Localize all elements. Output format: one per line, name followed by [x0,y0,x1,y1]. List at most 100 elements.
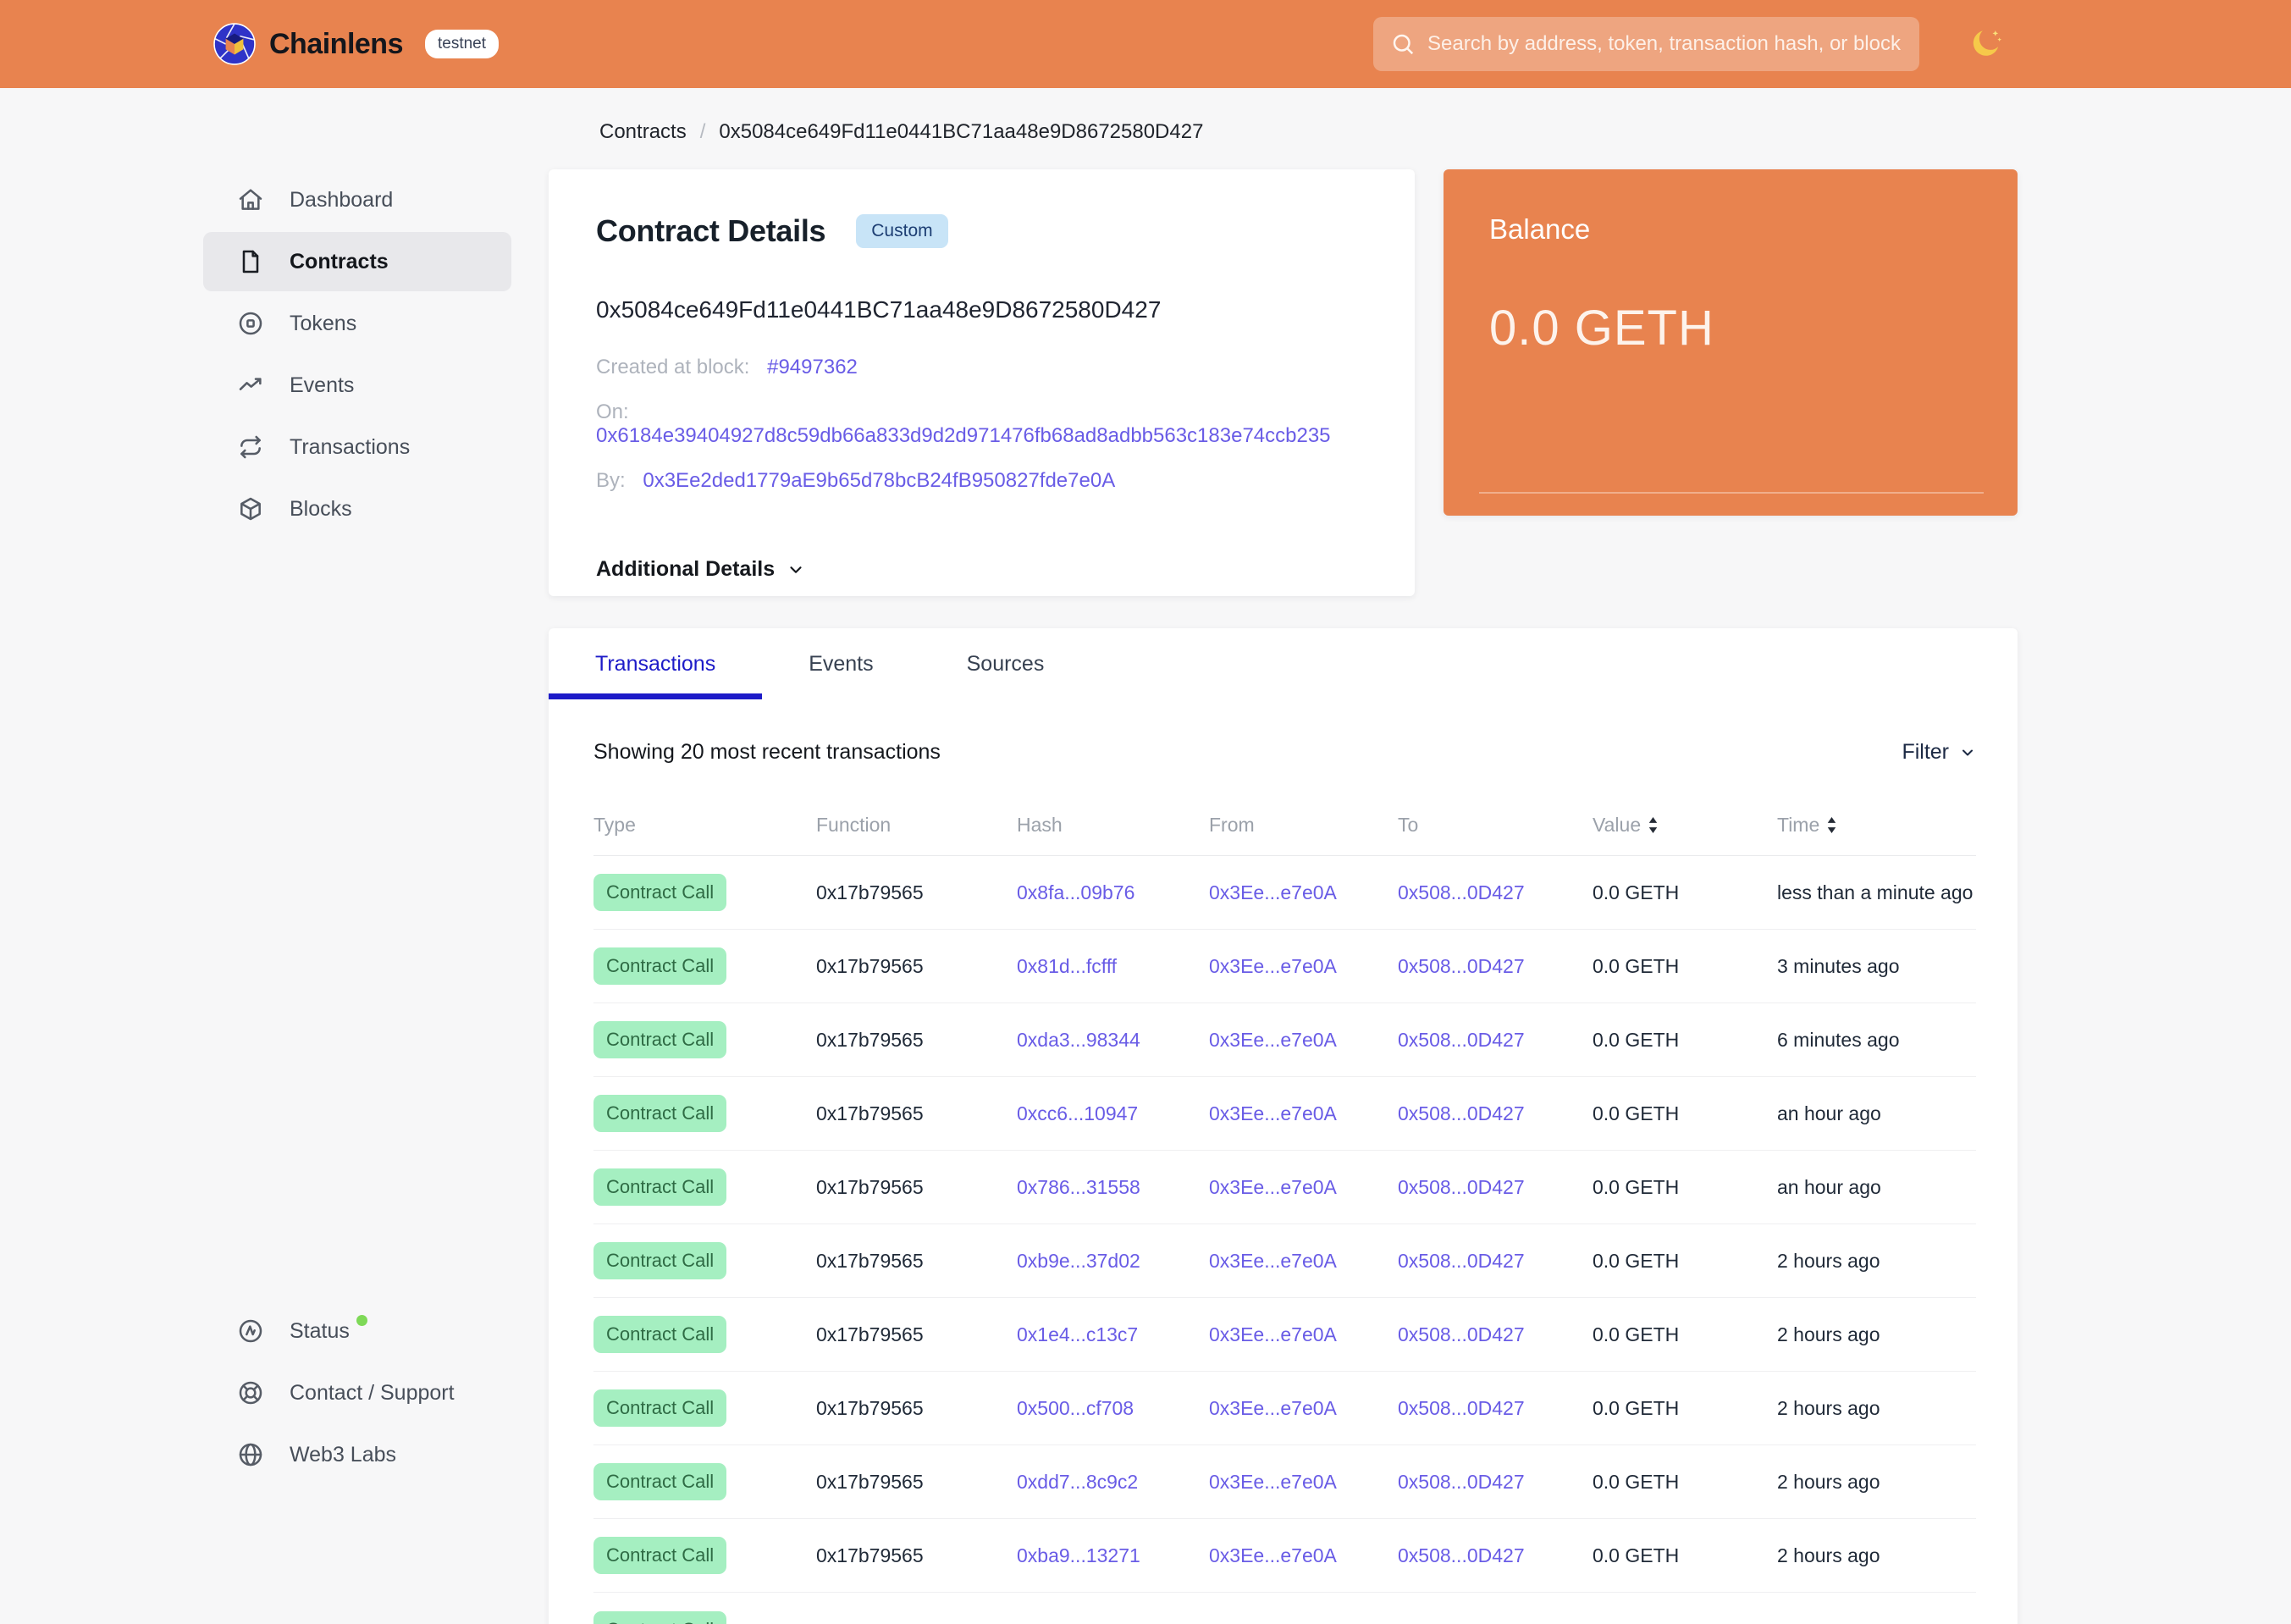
sidebar-item-label: Contracts [290,249,389,273]
contract-type-badge: Custom [856,214,948,248]
tx-hash-link[interactable]: 0xda3...98344 [1017,1029,1140,1051]
sidebar-item-status[interactable]: Status [203,1301,511,1361]
tx-type-badge: Contract Call [593,947,727,985]
tx-value: 0.0 GETH [1593,954,1680,977]
additional-details-label: Additional Details [596,557,776,581]
creation-tx-link[interactable]: 0x6184e39404927d8c59db66a833d9d2d971476f… [596,424,1331,447]
creator-address-link[interactable]: 0x3Ee2ded1779aE9b65d78bcB24fB950827fde7e… [643,469,1115,492]
sidebar-item-contact-support[interactable]: Contact / Support [203,1363,511,1422]
created-at-block-row: Created at block: #9497362 [596,356,1367,379]
tx-time: 3 minutes ago [1777,954,1900,977]
brand-name[interactable]: Chainlens [269,28,403,61]
tx-to-link[interactable]: 0x508...0D427 [1398,1471,1525,1493]
sort-icon [1648,817,1658,833]
tx-from-link[interactable]: 0x3Ee...e7e0A [1209,1102,1337,1124]
tx-hash-link[interactable]: 0x500...cf708 [1017,1397,1134,1419]
chevron-down-icon [1963,749,1973,755]
tx-time: 2 hours ago [1777,1396,1880,1419]
tx-hash-link[interactable]: 0xba9...13271 [1017,1544,1140,1566]
tx-to-link[interactable]: 0x508...0D427 [1398,1397,1525,1419]
filter-button[interactable]: Filter [1902,740,1976,765]
search-input[interactable] [1373,17,1919,71]
tab-sources[interactable]: Sources [920,628,1091,699]
tx-to-link[interactable]: 0x508...0D427 [1398,1029,1525,1051]
sort-icon [1828,817,1836,833]
tx-function: 0x17b79565 [816,1249,924,1272]
tx-function: 0x17b79565 [816,954,924,977]
tx-to-link[interactable]: 0x508...0D427 [1398,1176,1525,1198]
table-row: Contract Call 0x17b79565 0x500...cf708 0… [593,1372,1976,1445]
tx-value: 0.0 GETH [1593,1323,1680,1345]
tx-from-link[interactable]: 0x3Ee...e7e0A [1209,881,1337,903]
table-row: Contract Call 0x17b79565 0xb9e...37d02 0… [593,1224,1976,1298]
sidebar-item-blocks[interactable]: Blocks [203,479,511,539]
tx-from-link[interactable]: 0x3Ee...e7e0A [1209,955,1337,977]
balance-divider [1479,492,1984,494]
tx-time: 6 minutes ago [1777,1028,1900,1051]
tx-time: 2 hours ago [1777,1470,1880,1493]
column-header-time-sort[interactable]: Time [1777,814,1976,837]
tx-hash-link[interactable]: 0xb9e...37d02 [1017,1250,1140,1272]
sidebar-item-contracts[interactable]: Contracts [203,232,511,291]
chainlens-logo-icon [213,23,256,65]
tx-to-link[interactable]: 0x508...0D427 [1398,1250,1525,1272]
tx-hash-link[interactable]: 0x1e4...c13c7 [1017,1323,1138,1345]
tx-from-link[interactable]: 0x3Ee...e7e0A [1209,1323,1337,1345]
tx-value: 0.0 GETH [1593,1249,1680,1272]
tx-from-link[interactable]: 0x3Ee...e7e0A [1209,1176,1337,1198]
sidebar-item-transactions[interactable]: Transactions [203,417,511,477]
tx-hash-link[interactable]: 0x786...31558 [1017,1176,1140,1198]
tx-to-link[interactable]: 0x508...0D427 [1398,1323,1525,1345]
tx-from-link[interactable]: 0x3Ee...e7e0A [1209,1471,1337,1493]
contract-details-card: Contract Details Custom 0x5084ce649Fd11e… [549,169,1415,596]
tx-from-link[interactable]: 0x3Ee...e7e0A [1209,1544,1337,1566]
breadcrumb-contracts-link[interactable]: Contracts [599,120,687,144]
tx-to-link[interactable]: 0x508...0D427 [1398,1544,1525,1566]
tx-from-link[interactable]: 0x3Ee...e7e0A [1209,1029,1337,1051]
creator-row: By: 0x3Ee2ded1779aE9b65d78bcB24fB950827f… [596,469,1367,493]
tx-value: 0.0 GETH [1593,881,1680,903]
tx-from-link[interactable]: 0x3Ee...e7e0A [1209,1397,1337,1419]
tx-to-link[interactable]: 0x508...0D427 [1398,955,1525,977]
transactions-summary: Showing 20 most recent transactions [593,740,941,764]
table-row: Contract Call 0x17b79565 0x81d...fcfff 0… [593,930,1976,1003]
theme-toggle-button[interactable] [1968,26,2004,62]
column-header-function: Function [816,814,892,836]
sidebar-item-label: Events [290,373,355,397]
home-icon [239,189,262,210]
tab-events[interactable]: Events [762,628,919,699]
main-content: Contracts / 0x5084ce649Fd11e0441BC71aa48… [549,88,2291,1624]
sidebar-item-tokens[interactable]: Tokens [203,294,511,353]
tx-type-badge: Contract Call [593,1463,727,1500]
sidebar-item-web3-labs[interactable]: Web3 Labs [203,1425,511,1484]
tx-value: 0.0 GETH [1593,1102,1680,1124]
tx-hash-link[interactable]: 0xcc6...10947 [1017,1102,1138,1124]
tx-value: 0.0 GETH [1593,1470,1680,1493]
tx-hash-link[interactable]: 0xdd7...8c9c2 [1017,1471,1138,1493]
tx-function: 0x17b79565 [816,1323,924,1345]
column-header-value-label: Value [1593,814,1642,836]
tx-function: 0x17b79565 [816,1396,924,1419]
tx-from-link[interactable]: 0x3Ee...e7e0A [1209,1250,1337,1272]
column-header-to: To [1398,814,1419,836]
tx-to-link[interactable]: 0x508...0D427 [1398,881,1525,903]
token-icon [239,312,262,335]
tx-value: 0.0 GETH [1593,1544,1680,1566]
tx-hash-link[interactable]: 0x81d...fcfff [1017,955,1117,977]
tab-transactions[interactable]: Transactions [549,628,763,699]
created-at-block-link[interactable]: #9497362 [767,356,858,378]
sidebar-item-events[interactable]: Events [203,356,511,415]
additional-details-toggle[interactable]: Additional Details [596,557,1367,582]
contract-address: 0x5084ce649Fd11e0441BC71aa48e9D8672580D4… [596,296,1162,323]
tx-time: an hour ago [1777,1102,1881,1124]
column-header-value-sort[interactable]: Value [1593,814,1777,837]
creation-tx-label: On: [596,400,629,423]
tx-hash-link[interactable]: 0x8fa...09b76 [1017,881,1134,903]
contract-details-title: Contract Details [596,213,826,248]
tx-type-badge: Contract Call [593,1021,727,1058]
tx-function: 0x17b79565 [816,1470,924,1493]
tx-to-link[interactable]: 0x508...0D427 [1398,1102,1525,1124]
sidebar-item-label: Transactions [290,434,411,459]
column-header-type: Type [593,814,636,836]
sidebar-item-dashboard[interactable]: Dashboard [203,170,511,229]
